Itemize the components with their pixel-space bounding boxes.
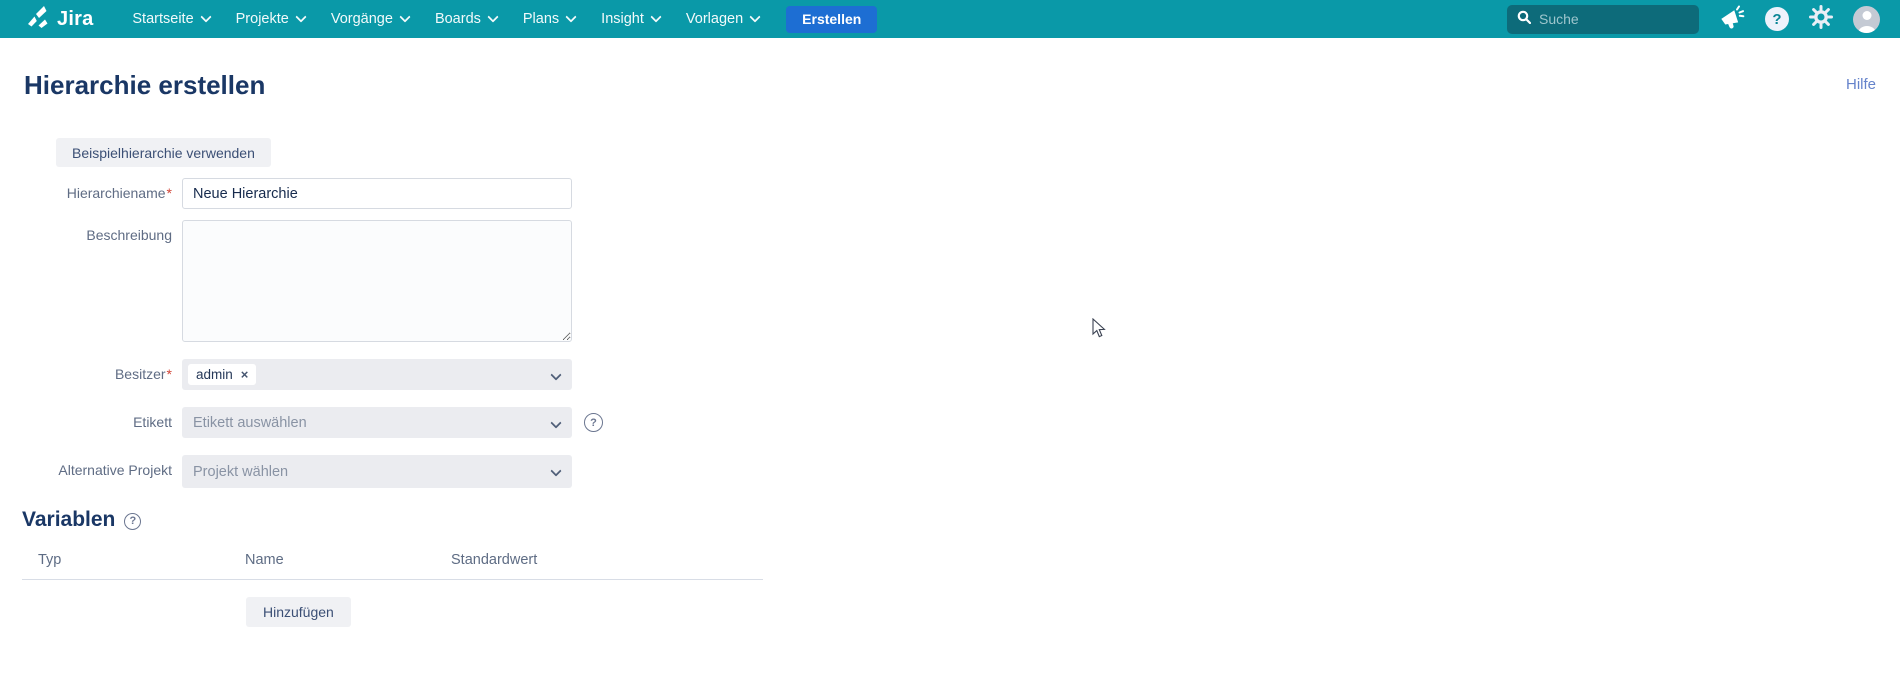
alt-project-placeholder: Projekt wählen [193, 464, 288, 480]
form-row-label: Etikett Etikett auswählen ? [0, 407, 1900, 438]
search-icon [1517, 10, 1531, 29]
chevron-down-icon [401, 13, 409, 21]
top-navbar: Jira Startseite Projekte Vorgänge Boards… [0, 0, 1900, 38]
menu-projekte[interactable]: Projekte [223, 0, 318, 38]
description-label: Beschreibung [86, 227, 172, 243]
jira-logo-icon [26, 5, 51, 33]
navbar-right: Suche ? [1507, 5, 1880, 34]
main-menu: Startseite Projekte Vorgänge Boards Plan… [119, 0, 772, 38]
brand-name: Jira [57, 8, 93, 31]
chevron-down-icon [297, 13, 305, 21]
variables-table: Typ Name Standardwert [22, 546, 763, 580]
form-row-description: Beschreibung [0, 220, 1900, 342]
jira-brand[interactable]: Jira [26, 5, 93, 33]
col-name: Name [245, 552, 451, 568]
remove-tag-icon[interactable]: × [241, 368, 249, 381]
settings-button[interactable] [1809, 5, 1833, 34]
help-icon: ? [1765, 7, 1789, 31]
chevron-down-icon [489, 13, 497, 21]
announcements-button[interactable] [1719, 5, 1745, 34]
help-button[interactable]: ? [1765, 7, 1789, 31]
col-standardwert: Standardwert [451, 552, 763, 568]
create-button[interactable]: Erstellen [786, 6, 877, 33]
menu-vorgaenge[interactable]: Vorgänge [318, 0, 422, 38]
form-row-name: Hierarchiename* [0, 178, 1900, 209]
owner-label: Besitzer [115, 366, 166, 382]
col-typ: Typ [38, 552, 245, 568]
owner-multiselect[interactable]: admin × [182, 359, 572, 390]
etikett-label: Etikett [133, 414, 172, 430]
form-row-owner: Besitzer* admin × [0, 359, 1900, 390]
etikett-select[interactable]: Etikett auswählen [182, 407, 572, 438]
menu-insight[interactable]: Insight [588, 0, 673, 38]
hierarchy-name-input[interactable] [182, 178, 572, 209]
chevron-down-icon [751, 13, 759, 21]
etikett-help-icon[interactable]: ? [584, 413, 603, 432]
menu-plans[interactable]: Plans [510, 0, 588, 38]
user-avatar [1853, 6, 1880, 33]
alt-project-select[interactable]: Projekt wählen [182, 455, 572, 488]
search-placeholder: Suche [1539, 11, 1579, 27]
alt-project-label: Alternative Projekt [58, 462, 172, 478]
menu-vorlagen[interactable]: Vorlagen [673, 0, 772, 38]
profile-button[interactable] [1853, 6, 1880, 33]
chevron-down-icon [652, 13, 660, 21]
chevron-down-icon [567, 13, 575, 21]
name-label: Hierarchiename [67, 185, 166, 201]
variables-title: Variablen [22, 508, 115, 532]
menu-startseite[interactable]: Startseite [119, 0, 222, 38]
form-row-alt-project: Alternative Projekt Projekt wählen [0, 455, 1900, 488]
menu-boards[interactable]: Boards [422, 0, 510, 38]
required-marker: * [167, 366, 172, 382]
chevron-down-icon [552, 419, 560, 427]
variables-table-header: Typ Name Standardwert [22, 546, 763, 580]
add-variable-button[interactable]: Hinzufügen [246, 597, 351, 627]
help-link[interactable]: Hilfe [1846, 76, 1876, 93]
page-title: Hierarchie erstellen [24, 70, 265, 101]
use-sample-hierarchy-button[interactable]: Beispielhierarchie verwenden [56, 138, 271, 167]
search-input[interactable]: Suche [1507, 5, 1699, 34]
hierarchy-form: Hierarchiename* Beschreibung Besitzer* a… [0, 178, 1900, 488]
megaphone-icon [1719, 5, 1745, 34]
etikett-placeholder: Etikett auswählen [193, 415, 307, 431]
owner-tag: admin × [188, 364, 256, 385]
description-textarea[interactable] [182, 220, 572, 342]
chevron-down-icon [202, 13, 210, 21]
variables-header: Variablen ? [22, 508, 1900, 532]
required-marker: * [167, 185, 172, 201]
chevron-down-icon [552, 467, 560, 475]
variables-help-icon[interactable]: ? [124, 513, 141, 530]
page-header: Hierarchie erstellen Hilfe [0, 38, 1900, 101]
gear-icon [1809, 5, 1833, 34]
chevron-down-icon [552, 371, 560, 379]
